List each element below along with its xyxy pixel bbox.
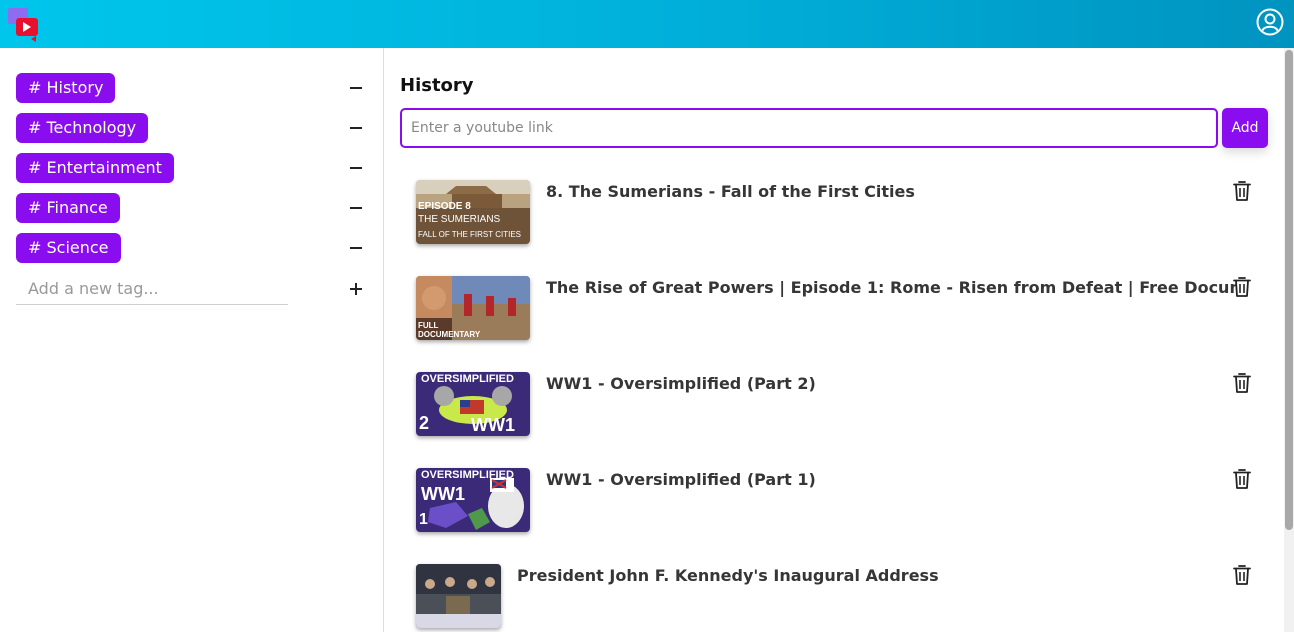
video-title[interactable]: WW1 - Oversimplified (Part 2) (546, 374, 1236, 393)
video-thumbnail[interactable]: OVERSIMPLIFIED WW1 1 (416, 468, 530, 532)
trash-icon[interactable] (1232, 180, 1252, 202)
thumbnail-text: 2 (419, 413, 430, 433)
tag-chip-history[interactable]: # History (16, 73, 116, 103)
remove-tag-technology-button[interactable] (350, 127, 362, 129)
video-title[interactable]: WW1 - Oversimplified (Part 1) (546, 470, 1236, 489)
video-title[interactable]: The Rise of Great Powers | Episode 1: Ro… (546, 278, 1236, 297)
video-thumbnail[interactable]: FULL DOCUMENTARY (416, 276, 530, 340)
video-list-item[interactable]: President John F. Kennedy's Inaugural Ad… (416, 564, 1256, 628)
tag-chip-entertainment[interactable]: # Entertainment (16, 153, 174, 183)
thumbnail-text: EPISODE 8 (418, 201, 471, 212)
video-title[interactable]: President John F. Kennedy's Inaugural Ad… (517, 566, 1207, 585)
remove-tag-science-button[interactable] (350, 247, 362, 249)
remove-tag-finance-button[interactable] (350, 207, 362, 209)
trash-icon[interactable] (1232, 276, 1252, 298)
scrollbar-thumb[interactable] (1285, 50, 1293, 530)
page-title: History (400, 75, 474, 96)
thumbnail-text: DOCUMENTARY (418, 330, 481, 339)
tag-chip-technology[interactable]: # Technology (16, 113, 149, 143)
video-list-item[interactable]: EPISODE 8 THE SUMERIANS FALL OF THE FIRS… (416, 180, 1256, 244)
thumbnail-text: THE SUMERIANS (418, 214, 501, 225)
trash-icon[interactable] (1232, 468, 1252, 490)
thumbnail-text: 1 (419, 511, 428, 528)
thumbnail-text: OVERSIMPLIFIED (421, 373, 514, 385)
video-thumbnail[interactable] (416, 564, 501, 628)
video-title[interactable]: 8. The Sumerians - Fall of the First Cit… (546, 182, 1236, 201)
thumbnail-text: WW1 (471, 415, 515, 435)
video-thumbnail[interactable]: EPISODE 8 THE SUMERIANS FALL OF THE FIRS… (416, 180, 530, 244)
tag-row: # Science (16, 233, 368, 263)
trash-icon[interactable] (1232, 564, 1252, 586)
chat-video-logo-icon[interactable] (6, 6, 42, 42)
tag-row: # History (16, 73, 368, 103)
tag-sidebar: # History # Technology # Entertainment #… (0, 48, 384, 632)
user-circle-icon[interactable] (1256, 8, 1284, 36)
remove-tag-entertainment-button[interactable] (350, 167, 362, 169)
thumbnail-text: OVERSIMPLIFIED (421, 469, 514, 481)
tag-chip-finance[interactable]: # Finance (16, 193, 120, 223)
tag-row: # Finance (16, 193, 368, 223)
jfk-thumbnail-image (416, 564, 501, 628)
add-video-button[interactable]: Add (1222, 108, 1268, 148)
tag-row: # Entertainment (16, 153, 368, 183)
video-thumbnail[interactable]: OVERSIMPLIFIED 2 WW1 (416, 372, 530, 436)
youtube-link-input[interactable] (400, 108, 1218, 148)
tag-row: # Technology (16, 113, 368, 143)
video-list-item[interactable]: OVERSIMPLIFIED WW1 1 WW1 - Oversimplifie… (416, 468, 1256, 532)
scrollbar[interactable] (1284, 48, 1294, 632)
thumbnail-text: WW1 (421, 484, 465, 504)
trash-icon[interactable] (1232, 372, 1252, 394)
new-tag-input[interactable] (16, 273, 288, 305)
thumbnail-text: FALL OF THE FIRST CITIES (418, 230, 521, 239)
video-list-item[interactable]: FULL DOCUMENTARY The Rise of Great Power… (416, 276, 1256, 340)
top-bar (0, 0, 1294, 48)
add-tag-plus-icon[interactable] (350, 282, 364, 296)
remove-tag-history-button[interactable] (350, 87, 362, 89)
thumbnail-text: FULL (418, 321, 439, 330)
video-list-item[interactable]: OVERSIMPLIFIED 2 WW1 WW1 - Oversimplifie… (416, 372, 1256, 436)
tag-chip-science[interactable]: # Science (16, 233, 121, 263)
main-content: History Add EPISODE 8 THE SUMERIANS FALL… (384, 48, 1284, 632)
